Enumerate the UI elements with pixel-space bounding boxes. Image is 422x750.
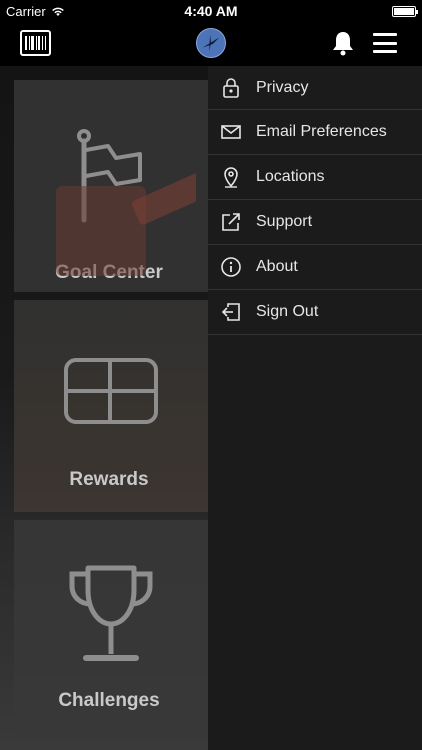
info-icon [221, 257, 241, 277]
battery-icon [392, 5, 418, 17]
drawer-label-locations: Locations [256, 168, 325, 185]
nav-bar [0, 22, 422, 66]
tile-next-partial[interactable] [14, 742, 222, 750]
external-link-icon [222, 213, 240, 231]
tile-label-goal-center: Goal Center [55, 262, 163, 283]
barcode-card-icon[interactable] [20, 30, 51, 56]
drawer-item-locations[interactable]: Locations [208, 155, 422, 200]
ticket-icon [64, 358, 158, 424]
drawer-item-email-preferences[interactable]: Email Preferences [208, 110, 422, 155]
map-pin-icon [224, 167, 238, 188]
drawer-label-email-preferences: Email Preferences [256, 123, 387, 140]
drawer-item-about[interactable]: About [208, 245, 422, 290]
drawer-label-privacy: Privacy [256, 78, 309, 96]
drawer-label-sign-out: Sign Out [256, 303, 319, 320]
lock-icon [223, 77, 239, 98]
brand-logo-icon[interactable] [196, 28, 226, 58]
envelope-icon [221, 125, 241, 139]
status-bar: Carrier 4:40 AM [0, 0, 422, 22]
tile-goal-center[interactable]: Goal Center [14, 80, 222, 292]
side-drawer: Privacy Email Preferences Locations Supp… [208, 66, 422, 750]
drawer-item-support[interactable]: Support [208, 200, 422, 245]
flag-icon [77, 129, 142, 223]
sign-out-icon [221, 303, 240, 321]
tile-rewards[interactable]: Rewards [14, 300, 222, 512]
drawer-item-privacy[interactable]: Privacy [208, 66, 422, 110]
drawer-item-sign-out[interactable]: Sign Out [208, 290, 422, 335]
drawer-label-about: About [256, 258, 298, 275]
tile-label-challenges: Challenges [58, 690, 160, 711]
tile-label-rewards: Rewards [69, 469, 149, 490]
hamburger-menu-icon[interactable] [373, 33, 397, 53]
trophy-icon [69, 565, 153, 661]
tile-challenges[interactable]: Challenges [14, 520, 222, 740]
bell-icon[interactable] [331, 30, 355, 56]
status-time: 4:40 AM [184, 3, 238, 19]
drawer-label-support: Support [256, 213, 313, 230]
